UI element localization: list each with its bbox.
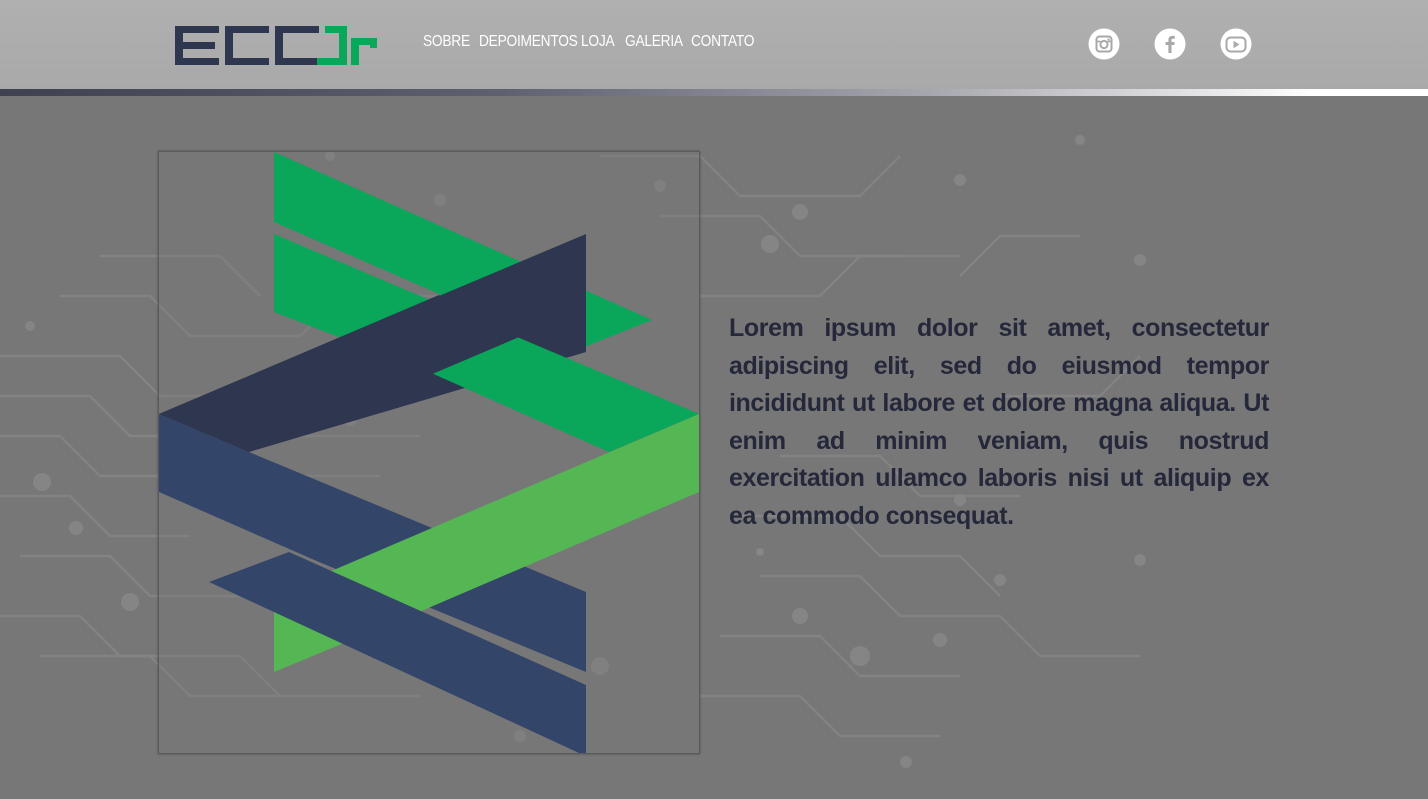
header-accent-bar: [0, 89, 1428, 96]
main-nav: SOBRE DEPOIMENTOS LOJA GALERIA CONTATO: [423, 33, 762, 51]
facebook-icon[interactable]: [1154, 28, 1186, 60]
site-header: SOBRE DEPOIMENTOS LOJA GALERIA CONTATO: [0, 0, 1428, 89]
instagram-icon[interactable]: [1088, 28, 1120, 60]
nav-contato[interactable]: CONTATO: [691, 33, 754, 51]
ecc-jr-logo[interactable]: [175, 26, 377, 65]
brand-graphic: [159, 152, 699, 753]
youtube-icon[interactable]: [1220, 28, 1252, 60]
intro-paragraph: Lorem ipsum dolor sit amet, consectetur …: [729, 314, 1269, 530]
nav-galeria[interactable]: GALERIA: [625, 33, 683, 51]
nav-sobre[interactable]: SOBRE: [423, 33, 470, 51]
nav-loja[interactable]: LOJA: [581, 33, 615, 51]
nav-depoimentos[interactable]: DEPOIMENTOS: [479, 33, 578, 51]
brand-graphic-card: [158, 151, 700, 754]
